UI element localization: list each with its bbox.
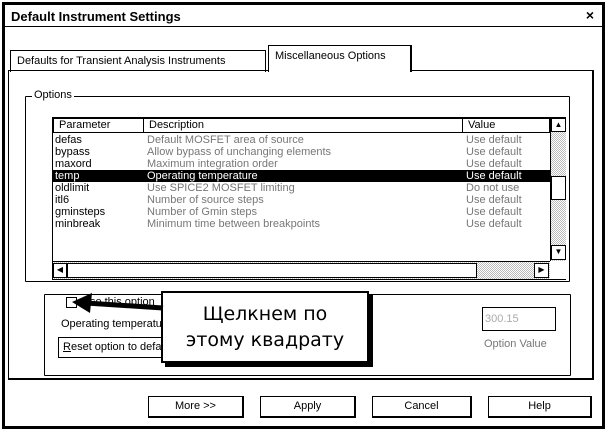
row-value: Use default xyxy=(466,194,522,206)
table-row[interactable]: maxord Maximum integration order Use defau… xyxy=(53,158,550,170)
row-description: Use SPICE2 MOSFET limiting xyxy=(147,182,295,194)
column-header-parameter[interactable]: Parameter xyxy=(53,118,144,133)
row-value: Use default xyxy=(466,158,522,170)
row-description: Allow bypass of unchanging elements xyxy=(147,146,332,158)
row-parameter: maxord xyxy=(55,158,92,170)
reset-label: eset option to default xyxy=(70,341,174,353)
scroll-left-icon[interactable]: ◀ xyxy=(53,263,67,278)
row-description: Number of source steps xyxy=(147,194,264,206)
reset-mnemonic: R xyxy=(63,341,71,353)
vertical-scroll-thumb[interactable] xyxy=(551,176,566,200)
row-parameter: minbreak xyxy=(55,218,101,230)
table-row[interactable]: minbreak Minimum time between breakpoints… xyxy=(53,218,550,230)
table-row[interactable]: itl6 Number of source steps Use default xyxy=(53,194,550,206)
table-body: defas Default MOSFET area of source Use de… xyxy=(53,133,550,261)
vertical-scrollbar[interactable]: ▲ ▼ xyxy=(550,118,566,261)
help-button[interactable]: Help xyxy=(488,396,592,418)
table-row[interactable]: temp Operating temperature Use default xyxy=(53,170,550,182)
scroll-down-icon[interactable]: ▼ xyxy=(551,245,566,260)
close-icon[interactable]: × xyxy=(582,7,598,23)
tab-misc-options[interactable]: Miscellaneous Options xyxy=(268,45,412,72)
window-title: Default Instrument Settings xyxy=(11,9,181,24)
options-table: Parameter Description Value defas Default… xyxy=(52,117,566,280)
row-parameter: itl6 xyxy=(55,194,70,206)
row-description: Number of Gmin steps xyxy=(147,206,258,218)
row-description: Maximum integration order xyxy=(147,158,278,170)
row-parameter: bypass xyxy=(55,146,90,158)
horizontal-scrollbar[interactable]: ◀ ▶ xyxy=(53,261,550,279)
table-row[interactable]: gminsteps Number of Gmin steps Use default xyxy=(53,206,550,218)
more-button[interactable]: More >> xyxy=(148,396,244,418)
row-value: Use default xyxy=(466,146,522,158)
table-header: Parameter Description Value xyxy=(53,118,550,133)
use-option-label: Use this option xyxy=(82,296,155,308)
table-row[interactable]: bypass Allow bypass of unchanging element… xyxy=(53,146,550,158)
option-value-input[interactable] xyxy=(482,307,556,331)
callout-box: Щелкнем по этому квадрату xyxy=(161,291,369,363)
tab-transient-defaults[interactable]: Defaults for Transient Analysis Instrume… xyxy=(10,50,266,72)
operating-temperature-label: Operating temperature xyxy=(61,318,172,330)
row-description: Default MOSFET area of source xyxy=(147,134,304,146)
table-row[interactable]: defas Default MOSFET area of source Use de… xyxy=(53,134,550,146)
row-parameter: temp xyxy=(55,170,80,182)
table-row[interactable]: oldlimit Use SPICE2 MOSFET limiting Do not… xyxy=(53,182,550,194)
title-bar: Default Instrument Settings × xyxy=(5,5,602,27)
use-option-checkbox[interactable] xyxy=(66,297,77,308)
row-value: Use default xyxy=(466,134,522,146)
row-description: Operating temperature xyxy=(147,170,258,182)
callout-line-1: Щелкнем по xyxy=(202,303,328,325)
scroll-up-icon[interactable]: ▲ xyxy=(551,118,566,132)
row-description: Minimum time between breakpoints xyxy=(147,218,321,230)
row-value: Do not use xyxy=(466,182,520,194)
scroll-corner xyxy=(550,261,566,279)
row-value: Use default xyxy=(466,170,522,182)
row-parameter: defas xyxy=(55,134,82,146)
horizontal-scroll-thumb[interactable] xyxy=(67,263,477,278)
cancel-button[interactable]: Cancel xyxy=(372,396,472,418)
row-parameter: oldlimit xyxy=(55,182,90,194)
option-value-label: Option Value xyxy=(484,338,547,350)
apply-button[interactable]: Apply xyxy=(260,396,356,418)
row-value: Use default xyxy=(466,218,522,230)
options-legend: Options xyxy=(32,89,74,101)
row-value: Use default xyxy=(466,206,522,218)
scroll-right-icon[interactable]: ▶ xyxy=(534,263,549,278)
column-header-value[interactable]: Value xyxy=(462,118,550,133)
callout-line-2: этому квадрату xyxy=(185,329,345,351)
row-parameter: gminsteps xyxy=(55,206,106,218)
column-header-description[interactable]: Description xyxy=(143,118,463,133)
